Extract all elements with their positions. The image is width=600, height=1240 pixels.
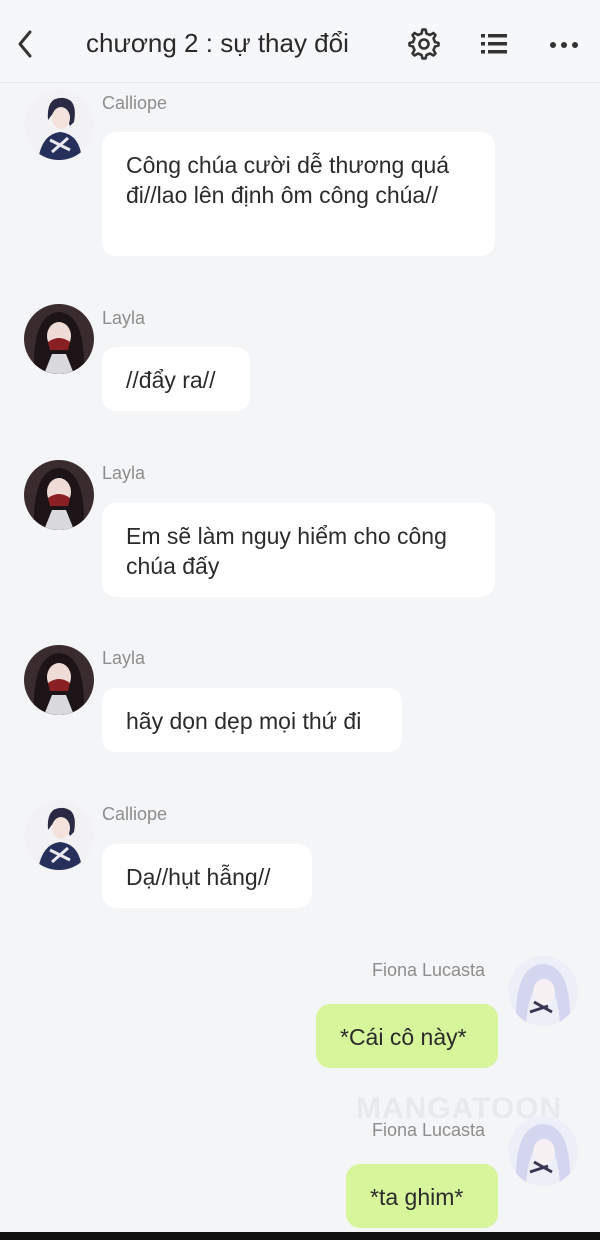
layla-avatar-image [24,645,94,715]
settings-button[interactable] [406,26,442,62]
fiona-avatar[interactable] [508,956,578,1026]
list-icon [481,34,507,54]
back-button[interactable] [10,24,42,64]
chapter-list-button[interactable] [476,26,512,62]
sender-name: Calliope [102,804,168,824]
layla-avatar[interactable] [24,645,94,715]
message-bubble[interactable]: hãy dọn dẹp mọi thứ đi [102,688,402,752]
layla-avatar-image [24,460,94,530]
more-button[interactable] [546,26,582,62]
sender-name: Layla [102,463,146,483]
message-bubble-self[interactable]: *Cái cô này* [316,1004,498,1068]
gear-icon [408,28,440,60]
sender-name: Layla [102,308,146,328]
sender-name: Calliope [102,93,168,113]
system-nav-bar [0,1232,600,1240]
chapter-title: chương 2 : sự thay đổi [86,28,349,58]
message-bubble[interactable]: Công chúa cười dễ thương quá đi//lao lên… [102,132,495,256]
layla-avatar[interactable] [24,460,94,530]
back-icon [18,30,32,58]
message-bubble[interactable]: //đẩy ra// [102,347,250,411]
fiona-avatar-image [508,956,578,1026]
layla-avatar-image [24,304,94,374]
calliope-avatar[interactable] [24,800,94,870]
message-bubble[interactable]: Dạ//hụt hẫng// [102,844,312,908]
fiona-avatar-image [508,1116,578,1186]
message-bubble[interactable]: Em sẽ làm nguy hiểm cho công chúa đấy [102,503,495,597]
more-icon [550,42,578,48]
calliope-avatar-image [24,90,94,160]
layla-avatar[interactable] [24,304,94,374]
message-bubble-self[interactable]: *ta ghim* [346,1164,498,1228]
calliope-avatar-image [24,800,94,870]
sender-name: Layla [102,648,146,668]
sender-name: Fiona Lucasta [372,1120,486,1140]
sender-name: Fiona Lucasta [372,960,486,980]
calliope-avatar[interactable] [24,90,94,160]
fiona-avatar[interactable] [508,1116,578,1186]
top-bar: chương 2 : sự thay đổi [0,0,600,83]
